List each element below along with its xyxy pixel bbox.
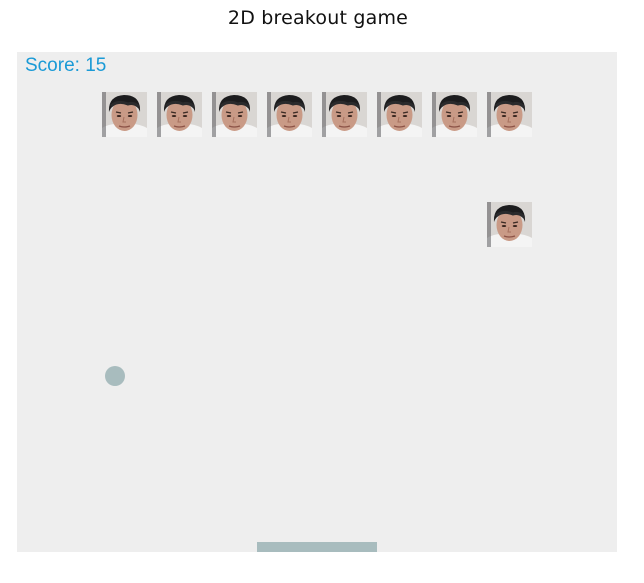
paddle[interactable] xyxy=(257,542,377,552)
face-photo-icon xyxy=(267,92,312,137)
face-photo-icon xyxy=(487,92,532,137)
face-photo-icon xyxy=(102,92,147,137)
face-brick xyxy=(102,92,147,137)
ball xyxy=(105,366,125,386)
game-canvas[interactable]: Score: 15 xyxy=(17,52,617,552)
face-brick xyxy=(322,92,367,137)
face-photo-icon xyxy=(322,92,367,137)
face-brick xyxy=(267,92,312,137)
face-photo-icon xyxy=(157,92,202,137)
face-brick xyxy=(432,92,477,137)
face-photo-icon xyxy=(377,92,422,137)
face-photo-icon xyxy=(212,92,257,137)
face-brick xyxy=(487,202,532,247)
face-brick xyxy=(157,92,202,137)
face-brick xyxy=(487,92,532,137)
face-brick xyxy=(377,92,422,137)
face-photo-icon xyxy=(487,202,532,247)
face-photo-icon xyxy=(432,92,477,137)
face-brick xyxy=(212,92,257,137)
score-display: Score: 15 xyxy=(25,55,107,76)
page-title: 2D breakout game xyxy=(227,7,409,29)
